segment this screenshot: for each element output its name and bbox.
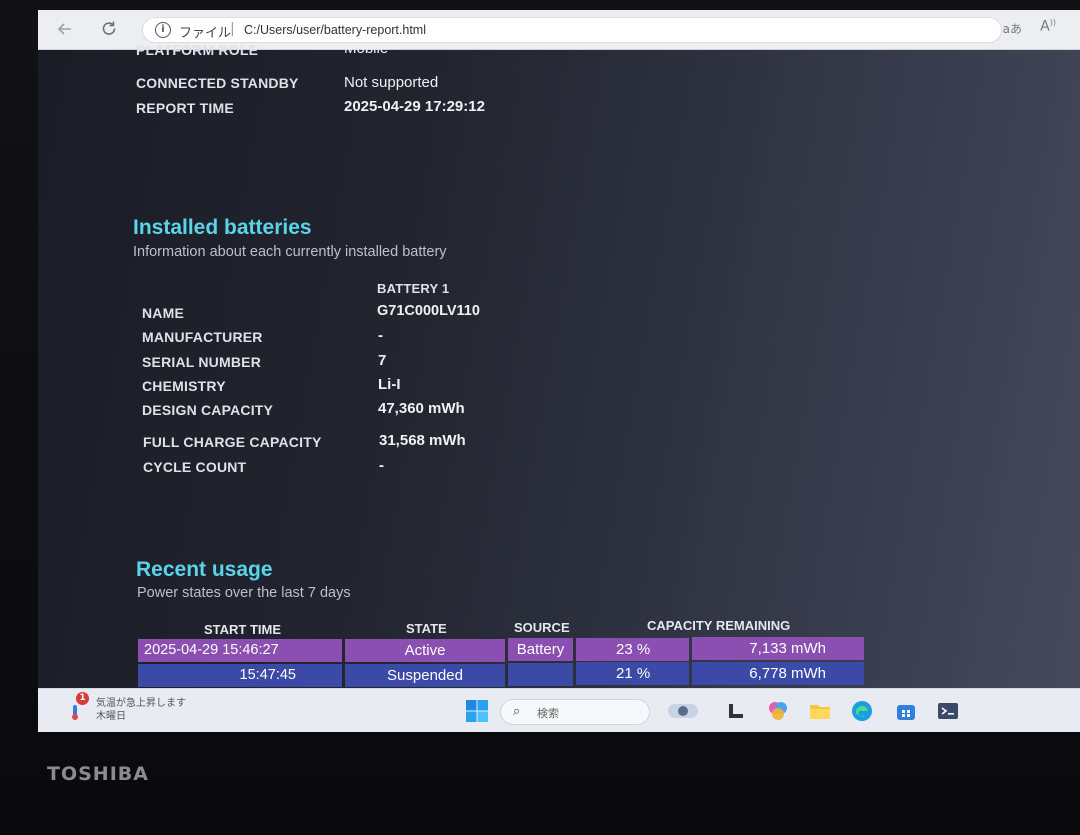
installed-batteries-subtitle: Information about each currently install… [133, 244, 447, 260]
usage-percent: 21 % [576, 662, 689, 685]
usage-mwh: 6,778 mWh [692, 662, 864, 685]
task-view-icon[interactable] [724, 699, 748, 723]
taskbar: 1 気温が急上昇します 木曜日 ⌕ 検索 [38, 688, 1080, 732]
usage-source [508, 663, 573, 686]
battery-report-page: PLATFORM ROLE Mobile CONNECTED STANDBY N… [38, 40, 1080, 688]
weather-day: 木曜日 [96, 711, 126, 722]
platform-role-value: Mobile [344, 40, 389, 57]
search-placeholder: 検索 [537, 707, 559, 720]
usage-mwh: 7,133 mWh [692, 637, 864, 660]
recent-usage-subtitle: Power states over the last 7 days [137, 585, 351, 601]
capacity-remaining-header: CAPACITY REMAINING [647, 618, 791, 633]
usage-start-time: 15:47:45 [138, 664, 342, 687]
file-explorer-icon[interactable] [808, 699, 832, 723]
read-aloud-icon[interactable]: A)) [1040, 18, 1056, 35]
cycle-count-value: - [379, 457, 384, 474]
notification-badge: 1 [76, 692, 89, 705]
search-icon: ⌕ [513, 704, 521, 719]
serial-number-value: 7 [378, 352, 387, 369]
manufacturer-value: - [378, 327, 383, 344]
battery-1-header: BATTERY 1 [377, 281, 450, 296]
design-capacity-value: 47,360 mWh [378, 400, 465, 417]
battery-name-label: NAME [142, 305, 185, 321]
manufacturer-label: MANUFACTURER [142, 329, 263, 345]
recent-usage-title: Recent usage [136, 558, 273, 581]
laptop-bezel: i ファイル | C:/Users/user/battery-report.ht… [0, 0, 1080, 835]
report-time-value: 2025-04-29 17:29:12 [344, 98, 485, 115]
copilot-widget-icon[interactable] [666, 699, 700, 723]
installed-batteries-title: Installed batteries [133, 216, 312, 239]
start-button-windows-icon[interactable] [465, 699, 489, 723]
copilot-icon[interactable] [766, 699, 790, 723]
usage-state: Active [345, 639, 505, 662]
back-arrow-icon[interactable] [54, 19, 76, 41]
full-charge-capacity-value: 31,568 mWh [379, 432, 466, 449]
edge-browser-icon[interactable] [850, 699, 874, 723]
design-capacity-label: DESIGN CAPACITY [142, 402, 274, 418]
platform-role-label: PLATFORM ROLE [136, 42, 259, 58]
refresh-icon[interactable] [98, 19, 120, 41]
usage-source: Battery [508, 638, 573, 661]
address-bar[interactable]: i ファイル | C:/Users/user/battery-report.ht… [142, 17, 1002, 43]
start-time-header: START TIME [204, 622, 282, 637]
screen: i ファイル | C:/Users/user/battery-report.ht… [38, 10, 1080, 732]
source-header: SOURCE [514, 620, 570, 635]
chemistry-value: Li-I [378, 376, 401, 393]
serial-number-label: SERIAL NUMBER [142, 354, 262, 370]
connected-standby-label: CONNECTED STANDBY [136, 75, 299, 91]
usage-start-time: 2025-04-29 15:46:27 [138, 639, 342, 662]
full-charge-capacity-label: FULL CHARGE CAPACITY [143, 434, 322, 450]
address-scheme: ファイル [179, 26, 232, 41]
usage-percent: 23 % [576, 638, 689, 661]
taskbar-search[interactable]: ⌕ 検索 [500, 699, 650, 725]
address-url[interactable]: C:/Users/user/battery-report.html [244, 23, 426, 37]
info-icon[interactable]: i [155, 22, 171, 38]
connected-standby-value: Not supported [344, 74, 439, 91]
toshiba-logo: TOSHIBA [47, 763, 149, 785]
cycle-count-label: CYCLE COUNT [143, 459, 247, 475]
immersive-reader-icon[interactable]: aあ [1003, 20, 1022, 37]
battery-name-value: G71C000LV110 [377, 303, 480, 319]
microsoft-store-icon[interactable] [894, 699, 918, 723]
state-header: STATE [406, 621, 447, 636]
report-time-label: REPORT TIME [136, 100, 234, 116]
chemistry-label: CHEMISTRY [142, 378, 226, 394]
address-separator: | [230, 21, 235, 37]
terminal-icon[interactable] [936, 699, 960, 723]
usage-state: Suspended [345, 664, 505, 687]
